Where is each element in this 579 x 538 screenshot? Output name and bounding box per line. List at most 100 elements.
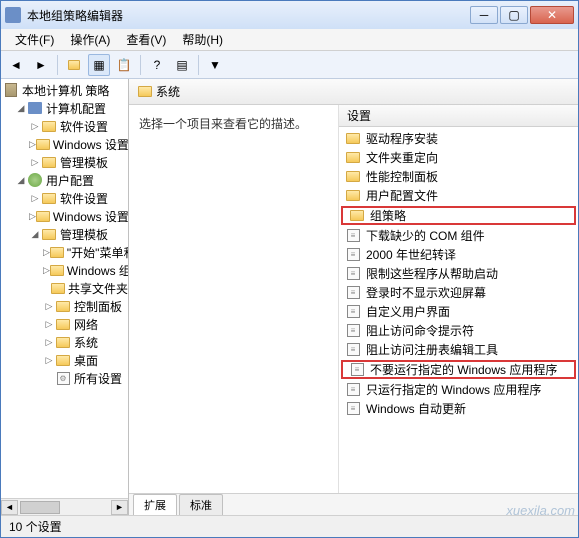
scroll-left-button[interactable]: ◄: [1, 500, 18, 515]
tree-item[interactable]: 共享文件夹: [1, 279, 128, 297]
tree-item[interactable]: ▷Windows 设置: [1, 207, 128, 225]
scroll-right-button[interactable]: ►: [111, 500, 128, 515]
folder-icon: [349, 209, 365, 223]
list-item-label: 自定义用户界面: [366, 303, 450, 320]
expand-icon[interactable]: ▷: [29, 121, 41, 132]
tree-system[interactable]: ▷系统: [1, 333, 128, 351]
tree-item[interactable]: ▷软件设置: [1, 117, 128, 135]
list-item-label: 驱动程序安装: [366, 130, 438, 147]
tree-label: 桌面: [74, 352, 98, 369]
help-button[interactable]: ?: [146, 54, 168, 76]
setting-icon: ≡: [345, 343, 361, 357]
expand-icon[interactable]: ▷: [43, 355, 55, 366]
expand-icon[interactable]: ▷: [29, 211, 36, 222]
list-item[interactable]: 文件夹重定向: [339, 148, 578, 167]
expand-icon[interactable]: ▷: [29, 193, 41, 204]
folder-icon: [345, 189, 361, 203]
list-item-label: 组策略: [370, 207, 406, 224]
list-item-label: 阻止访问注册表编辑工具: [366, 341, 498, 358]
properties-button[interactable]: ▤: [171, 54, 193, 76]
list-item[interactable]: ≡ 阻止访问注册表编辑工具: [339, 340, 578, 359]
collapse-icon[interactable]: ◢: [15, 175, 27, 186]
collapse-icon[interactable]: ◢: [29, 229, 41, 240]
list-item[interactable]: 用户配置文件: [339, 186, 578, 205]
tree-item[interactable]: ▷ 桌面: [1, 351, 128, 369]
list-item-label: Windows 自动更新: [366, 400, 466, 417]
scroll-thumb[interactable]: [20, 501, 60, 514]
tree-hscrollbar[interactable]: ◄ ►: [1, 498, 128, 515]
tree-item[interactable]: ▷管理模板: [1, 153, 128, 171]
filter-button[interactable]: ▼: [204, 54, 226, 76]
list-item-label: 阻止访问命令提示符: [366, 322, 474, 339]
tab-standard[interactable]: 标准: [179, 494, 223, 515]
list-item[interactable]: 性能控制面板: [339, 167, 578, 186]
folder-icon: [345, 132, 361, 146]
expand-icon[interactable]: ▷: [43, 301, 55, 312]
minimize-button[interactable]: ─: [470, 6, 498, 24]
list-item[interactable]: ≡限制这些程序从帮助启动: [339, 264, 578, 283]
tree-label: Windows 组件: [67, 262, 129, 279]
tree-item[interactable]: ▷Windows 设置: [1, 135, 128, 153]
list-item[interactable]: ≡ 2000 年世纪转译: [339, 245, 578, 264]
expand-icon[interactable]: ▷: [43, 319, 55, 330]
menu-file[interactable]: 文件(F): [7, 29, 62, 50]
list-item[interactable]: ≡Windows 自动更新: [339, 399, 578, 418]
list-item-label: 下载缺少的 COM 组件: [366, 227, 485, 244]
list-item-label: 只运行指定的 Windows 应用程序: [366, 381, 541, 398]
setting-icon: ≡: [345, 248, 361, 262]
tree-root[interactable]: 本地计算机 策略: [1, 81, 128, 99]
expand-icon[interactable]: ▷: [43, 247, 50, 258]
list-item-label: 2000 年世纪转译: [366, 246, 456, 263]
expand-icon[interactable]: ▷: [29, 157, 41, 168]
list-item[interactable]: ≡不要运行指定的 Windows 应用程序: [341, 360, 576, 379]
statusbar: 10 个设置: [1, 515, 578, 537]
separator: [198, 55, 199, 75]
maximize-button[interactable]: ▢: [500, 6, 528, 24]
setting-icon: ≡: [345, 267, 361, 281]
expand-icon[interactable]: ▷: [43, 337, 55, 348]
menu-help[interactable]: 帮助(H): [174, 29, 231, 50]
list-item-label: 性能控制面板: [366, 168, 438, 185]
tree-item[interactable]: ▷ Windows 组件: [1, 261, 128, 279]
export-button[interactable]: 📋: [113, 54, 135, 76]
app-icon: [5, 7, 21, 23]
list-item[interactable]: ≡自定义用户界面: [339, 302, 578, 321]
menu-action[interactable]: 操作(A): [62, 29, 118, 50]
tree-admin-templates[interactable]: ◢ 管理模板: [1, 225, 128, 243]
watermark: xuexila.com: [506, 503, 575, 518]
list-item[interactable]: ≡下载缺少的 COM 组件: [339, 226, 578, 245]
tree-item[interactable]: ▷"开始"菜单和任务栏: [1, 243, 128, 261]
folder-icon: [345, 151, 361, 165]
tree-user-config[interactable]: ◢用户配置: [1, 171, 128, 189]
tree-item[interactable]: ▷ 控制面板: [1, 297, 128, 315]
tree-label: 网络: [74, 316, 98, 333]
show-hide-tree-button[interactable]: ▦: [88, 54, 110, 76]
toolbar: ◄ ► ▦ 📋 ? ▤ ▼: [1, 51, 578, 79]
tab-extended[interactable]: 扩展: [133, 494, 177, 515]
tree-label: 管理模板: [60, 226, 108, 243]
expand-icon[interactable]: ▷: [43, 265, 50, 276]
list-item-label: 用户配置文件: [366, 187, 438, 204]
tree-computer-config[interactable]: ◢计算机配置: [1, 99, 128, 117]
close-button[interactable]: ✕: [530, 6, 574, 24]
tree-item[interactable]: ▷软件设置: [1, 189, 128, 207]
settings-list[interactable]: 设置 驱动程序安装文件夹重定向性能控制面板用户配置文件组策略≡下载缺少的 COM…: [339, 105, 578, 493]
forward-button[interactable]: ►: [30, 54, 52, 76]
list-item[interactable]: ≡只运行指定的 Windows 应用程序: [339, 380, 578, 399]
titlebar: 本地组策略编辑器 ─ ▢ ✕: [1, 1, 578, 29]
list-item[interactable]: ≡登录时不显示欢迎屏幕: [339, 283, 578, 302]
up-button[interactable]: [63, 54, 85, 76]
menubar: 文件(F) 操作(A) 查看(V) 帮助(H): [1, 29, 578, 51]
collapse-icon[interactable]: ◢: [15, 103, 27, 114]
back-button[interactable]: ◄: [5, 54, 27, 76]
list-item[interactable]: 组策略: [341, 206, 576, 225]
window-title: 本地组策略编辑器: [27, 7, 468, 24]
list-column-header[interactable]: 设置: [339, 105, 578, 127]
menu-view[interactable]: 查看(V): [118, 29, 174, 50]
tree-label: 控制面板: [74, 298, 122, 315]
tree-item[interactable]: ⚙所有设置: [1, 369, 128, 387]
tree-item[interactable]: ▷ 网络: [1, 315, 128, 333]
expand-icon[interactable]: ▷: [29, 139, 36, 150]
list-item[interactable]: 驱动程序安装: [339, 129, 578, 148]
list-item[interactable]: ≡阻止访问命令提示符: [339, 321, 578, 340]
